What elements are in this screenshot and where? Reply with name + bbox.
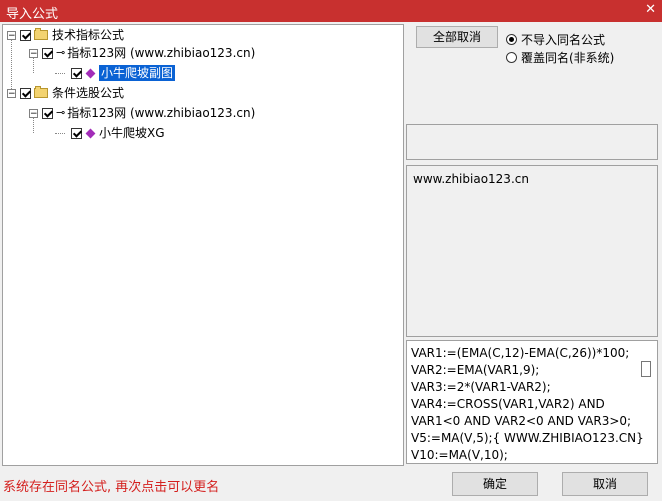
code-line: VAR3:=2*(VAR1-VAR2); (411, 380, 551, 394)
description-panel: www.zhibiao123.cn (406, 165, 658, 337)
tree-formula-subchart[interactable]: 小牛爬坡副图 (71, 65, 176, 81)
code-line: VAR2:=EMA(VAR1,9); (411, 363, 540, 377)
collapse-icon[interactable]: − (29, 108, 38, 118)
radio-circle[interactable] (506, 52, 517, 63)
tree-label: 小牛爬坡副图 (99, 65, 176, 81)
folder-icon (34, 86, 48, 98)
group-checkbox[interactable] (20, 29, 31, 41)
tree-label: 指标123网 (www.zhibiao123.cn) (67, 106, 256, 120)
tree-line (55, 73, 65, 74)
window-title: 导入公式 (6, 7, 59, 22)
status-message: 系统存在同名公式, 再次点击可以更名 (3, 480, 220, 495)
formula-checkbox[interactable] (71, 67, 82, 79)
formula-tree[interactable]: − 技术指标公式 − ⊸ 指标123网 (www.zhibiao123.cn) … (2, 24, 404, 466)
cancel-all-button[interactable]: 全部取消 (416, 26, 498, 48)
folder-icon (34, 28, 48, 40)
tree-label: 小牛爬坡XG (99, 126, 165, 140)
tree-group-screening[interactable]: − 条件选股公式 (7, 85, 124, 101)
tree-formula-xg[interactable]: 小牛爬坡XG (71, 125, 165, 141)
tree-label: 指标123网 (www.zhibiao123.cn) (67, 46, 256, 60)
site-checkbox[interactable] (42, 107, 53, 119)
radio-no-import-same[interactable]: 不导入同名公式 (506, 31, 605, 48)
description-text: www.zhibiao123.cn (413, 172, 529, 186)
radio-label: 不导入同名公式 (521, 33, 606, 47)
code-line: V10:=MA(V,10); (411, 448, 508, 462)
cancel-button[interactable]: 取消 (562, 472, 648, 496)
site-checkbox[interactable] (42, 47, 53, 59)
tree-label: 条件选股公式 (52, 86, 125, 100)
tree-label: 技术指标公式 (52, 28, 125, 42)
scrollbar-thumb[interactable] (641, 361, 651, 377)
collapse-icon[interactable]: − (7, 30, 16, 40)
key-icon: ⊸ (56, 46, 66, 59)
tree-site-screening[interactable]: − ⊸ 指标123网 (www.zhibiao123.cn) (29, 105, 255, 121)
key-icon: ⊸ (56, 106, 66, 119)
formula-icon (85, 128, 96, 138)
radio-label: 覆盖同名(非系统) (521, 51, 615, 65)
group-checkbox[interactable] (20, 87, 31, 99)
radio-overwrite-same[interactable]: 覆盖同名(非系统) (506, 49, 614, 66)
close-icon[interactable]: ✕ (645, 2, 656, 17)
code-line: VAR4:=CROSS(VAR1,VAR2) AND (411, 397, 605, 411)
tree-line (55, 133, 65, 134)
radio-circle[interactable] (506, 34, 517, 45)
separator-panel (406, 124, 658, 160)
ok-button[interactable]: 确定 (452, 472, 538, 496)
collapse-icon[interactable]: − (29, 48, 38, 58)
code-line: VAR1<0 AND VAR2<0 AND VAR3>0; (411, 414, 632, 428)
formula-code-box[interactable]: VAR1:=(EMA(C,12)-EMA(C,26))*100; VAR2:=E… (406, 340, 658, 464)
title-bar: 导入公式 ✕ (0, 0, 662, 22)
formula-checkbox[interactable] (71, 127, 82, 139)
code-line: VAR1:=(EMA(C,12)-EMA(C,26))*100; (411, 346, 630, 360)
collapse-icon[interactable]: − (7, 88, 16, 98)
formula-icon (85, 68, 96, 78)
tree-group-technical[interactable]: − 技术指标公式 (7, 27, 124, 43)
code-line: V5:=MA(V,5);{ WWW.ZHIBIAO123.CN} (411, 431, 644, 445)
tree-site-technical[interactable]: − ⊸ 指标123网 (www.zhibiao123.cn) (29, 45, 255, 61)
